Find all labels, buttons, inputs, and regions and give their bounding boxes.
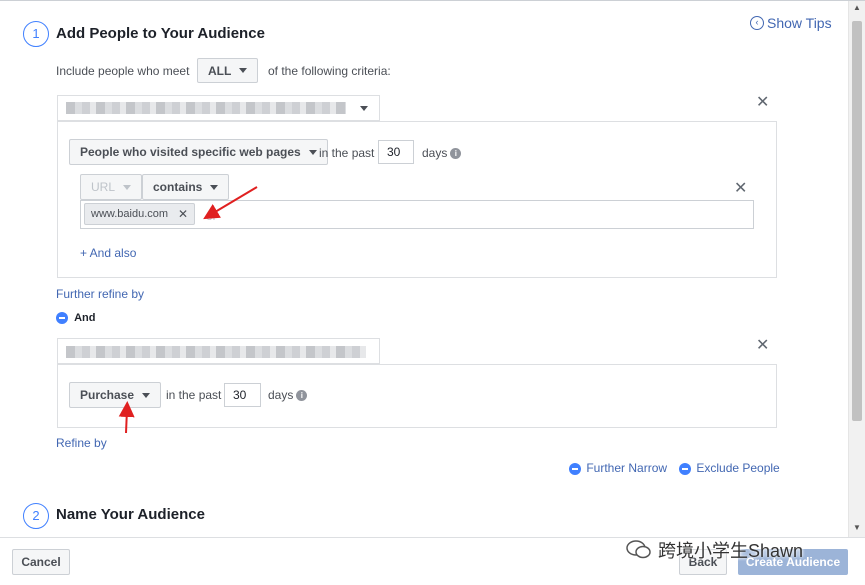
annotation-arrow-purchase (118, 401, 135, 434)
scroll-up-icon[interactable]: ▲ (853, 3, 861, 12)
annotation-arrows (118, 186, 258, 434)
dialog: 1 Add People to Your Audience ‹ Show Tip… (0, 0, 865, 585)
scrollbar-thumb[interactable] (852, 21, 862, 421)
watermark: 跨境小学生Shawn (626, 537, 803, 563)
annotation-arrow-url (203, 186, 258, 220)
cancel-button[interactable]: Cancel (12, 549, 70, 575)
scroll-down-icon[interactable]: ▼ (853, 523, 861, 532)
dialog-body: 1 Add People to Your Audience ‹ Show Tip… (0, 1, 848, 537)
watermark-text: 跨境小学生Shawn (658, 541, 804, 561)
wechat-icon (626, 540, 651, 559)
vertical-scrollbar[interactable]: ▲ ▼ (848, 1, 865, 537)
